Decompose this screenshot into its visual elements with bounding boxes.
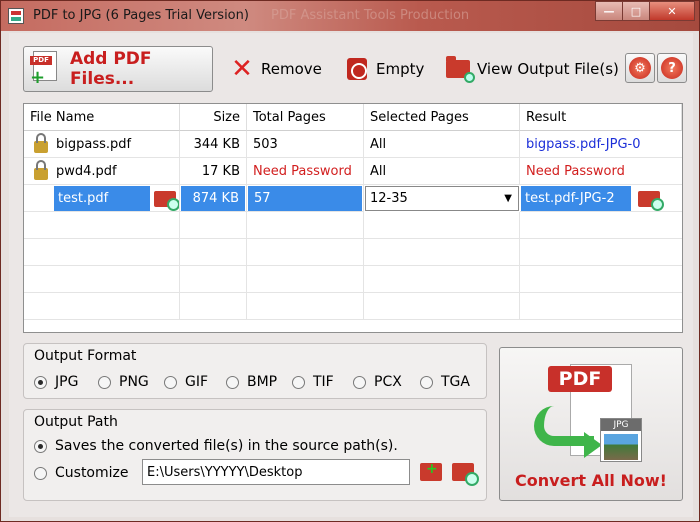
minimize-button[interactable]: — xyxy=(595,1,623,21)
lock-icon xyxy=(34,159,48,180)
table-row[interactable]: pwd4.pdf 17 KB Need Password All Need Pa… xyxy=(24,158,682,185)
folder-magnifier-icon[interactable] xyxy=(154,191,179,211)
customize-path-option[interactable]: Customize xyxy=(34,465,129,481)
empty-row xyxy=(24,266,682,293)
radio-icon xyxy=(34,375,47,389)
radio-icon xyxy=(34,466,47,480)
window-title: PDF to JPG (6 Pages Trial Version) xyxy=(33,8,249,23)
total-pages: 503 xyxy=(247,131,364,158)
table-header: File Name Size Total Pages Selected Page… xyxy=(24,104,682,131)
convert-all-now-button[interactable]: PDF JPG Convert All Now! xyxy=(499,347,683,501)
selected-pages[interactable]: All xyxy=(364,131,520,158)
file-size: 874 KB xyxy=(181,186,245,211)
result-link[interactable]: test.pdf-JPG-2 xyxy=(521,186,631,211)
radio-icon xyxy=(34,439,47,453)
format-option-bmp[interactable]: BMP xyxy=(226,374,277,390)
output-path-title: Output Path xyxy=(34,414,118,430)
client-area: PDF + Add PDF Files... ✕ Remove Empty Vie… xyxy=(9,33,693,517)
pdf-to-jpg-icon: PDF JPG xyxy=(530,356,660,466)
file-list-table[interactable]: File Name Size Total Pages Selected Page… xyxy=(23,103,683,333)
format-option-tif[interactable]: TIF xyxy=(292,374,334,390)
title-ghost-text: PDF Assistant Tools Production xyxy=(271,8,470,23)
radio-icon xyxy=(164,375,177,389)
format-option-pcx[interactable]: PCX xyxy=(353,374,402,390)
maximize-button[interactable]: □ xyxy=(622,1,650,21)
add-pdf-files-button[interactable]: PDF + Add PDF Files... xyxy=(23,46,213,92)
view-output-files-button[interactable]: View Output File(s) xyxy=(445,56,619,83)
title-bar[interactable]: PDF to JPG (6 Pages Trial Version) PDF A… xyxy=(1,1,699,31)
source-path-option[interactable]: Saves the converted file(s) in the sourc… xyxy=(34,438,398,454)
empty-row xyxy=(24,293,682,320)
total-pages: Need Password xyxy=(247,158,364,185)
radio-icon xyxy=(292,375,305,389)
help-icon: ? xyxy=(661,57,683,79)
remove-button[interactable]: ✕ Remove xyxy=(229,56,322,82)
header-file-name[interactable]: File Name xyxy=(24,104,180,131)
format-option-gif[interactable]: GIF xyxy=(164,374,208,390)
format-option-png[interactable]: PNG xyxy=(98,374,149,390)
output-path-group: Output Path Saves the converted file(s) … xyxy=(23,409,487,501)
view-output-label: View Output File(s) xyxy=(477,60,619,78)
empty-row xyxy=(24,239,682,266)
format-option-tga[interactable]: TGA xyxy=(420,374,470,390)
folder-magnifier-icon[interactable] xyxy=(638,191,664,211)
table-row-selected[interactable]: test.pdf 874 KB 57 12-35 ▼ test.pdf-JPG-… xyxy=(24,185,682,212)
recycle-bin-icon xyxy=(344,56,370,82)
empty-row xyxy=(24,212,682,239)
file-name: bigpass.pdf xyxy=(56,137,132,152)
lock-icon xyxy=(34,132,48,153)
radio-icon xyxy=(353,375,366,389)
output-format-title: Output Format xyxy=(34,348,137,364)
customize-path-input[interactable] xyxy=(142,459,410,485)
file-name: pwd4.pdf xyxy=(56,164,117,179)
settings-button[interactable]: ⚙ xyxy=(625,53,655,83)
selected-pages[interactable]: All xyxy=(364,158,520,185)
remove-label: Remove xyxy=(261,60,322,78)
file-name: test.pdf xyxy=(54,186,150,211)
radio-icon xyxy=(226,375,239,389)
file-size: 344 KB xyxy=(180,131,247,158)
x-icon: ✕ xyxy=(231,54,253,84)
app-icon xyxy=(8,8,24,24)
close-button[interactable]: ✕ xyxy=(649,1,695,21)
empty-button[interactable]: Empty xyxy=(344,56,424,82)
header-size[interactable]: Size xyxy=(180,104,247,131)
minimize-icon: — xyxy=(603,4,615,18)
app-window: PDF to JPG (6 Pages Trial Version) PDF A… xyxy=(0,0,700,522)
dropdown-arrow-icon[interactable]: ▼ xyxy=(504,187,512,210)
new-folder-icon[interactable] xyxy=(420,461,442,481)
close-icon: ✕ xyxy=(667,4,677,18)
header-selected-pages[interactable]: Selected Pages xyxy=(364,104,520,131)
empty-label: Empty xyxy=(376,60,425,78)
header-result[interactable]: Result xyxy=(520,104,682,131)
wrench-icon: ⚙ xyxy=(629,57,651,79)
header-total-pages[interactable]: Total Pages xyxy=(247,104,364,131)
browse-folder-icon[interactable] xyxy=(452,463,479,486)
add-pdf-files-label: Add PDF Files... xyxy=(69,49,152,89)
result-link[interactable]: bigpass.pdf-JPG-0 xyxy=(520,131,682,158)
selected-pages-combo[interactable]: 12-35 ▼ xyxy=(365,186,519,211)
folder-magnifier-icon xyxy=(445,56,475,83)
help-button[interactable]: ? xyxy=(657,53,687,83)
result-status: Need Password xyxy=(520,158,682,185)
window-controls: — □ ✕ xyxy=(595,1,695,21)
radio-icon xyxy=(420,375,433,389)
maximize-icon: □ xyxy=(630,4,642,18)
format-option-jpg[interactable]: JPG xyxy=(34,374,78,390)
total-pages: 57 xyxy=(248,186,362,211)
selected-pages-value: 12-35 xyxy=(370,191,408,206)
pdf-add-icon: PDF + xyxy=(30,51,60,87)
radio-icon xyxy=(98,375,111,389)
output-format-group: Output Format JPG PNG GIF BMP TIF PCX TG… xyxy=(23,343,487,399)
convert-all-now-label: Convert All Now! xyxy=(515,471,667,490)
table-row[interactable]: bigpass.pdf 344 KB 503 All bigpass.pdf-J… xyxy=(24,131,682,158)
file-size: 17 KB xyxy=(180,158,247,185)
